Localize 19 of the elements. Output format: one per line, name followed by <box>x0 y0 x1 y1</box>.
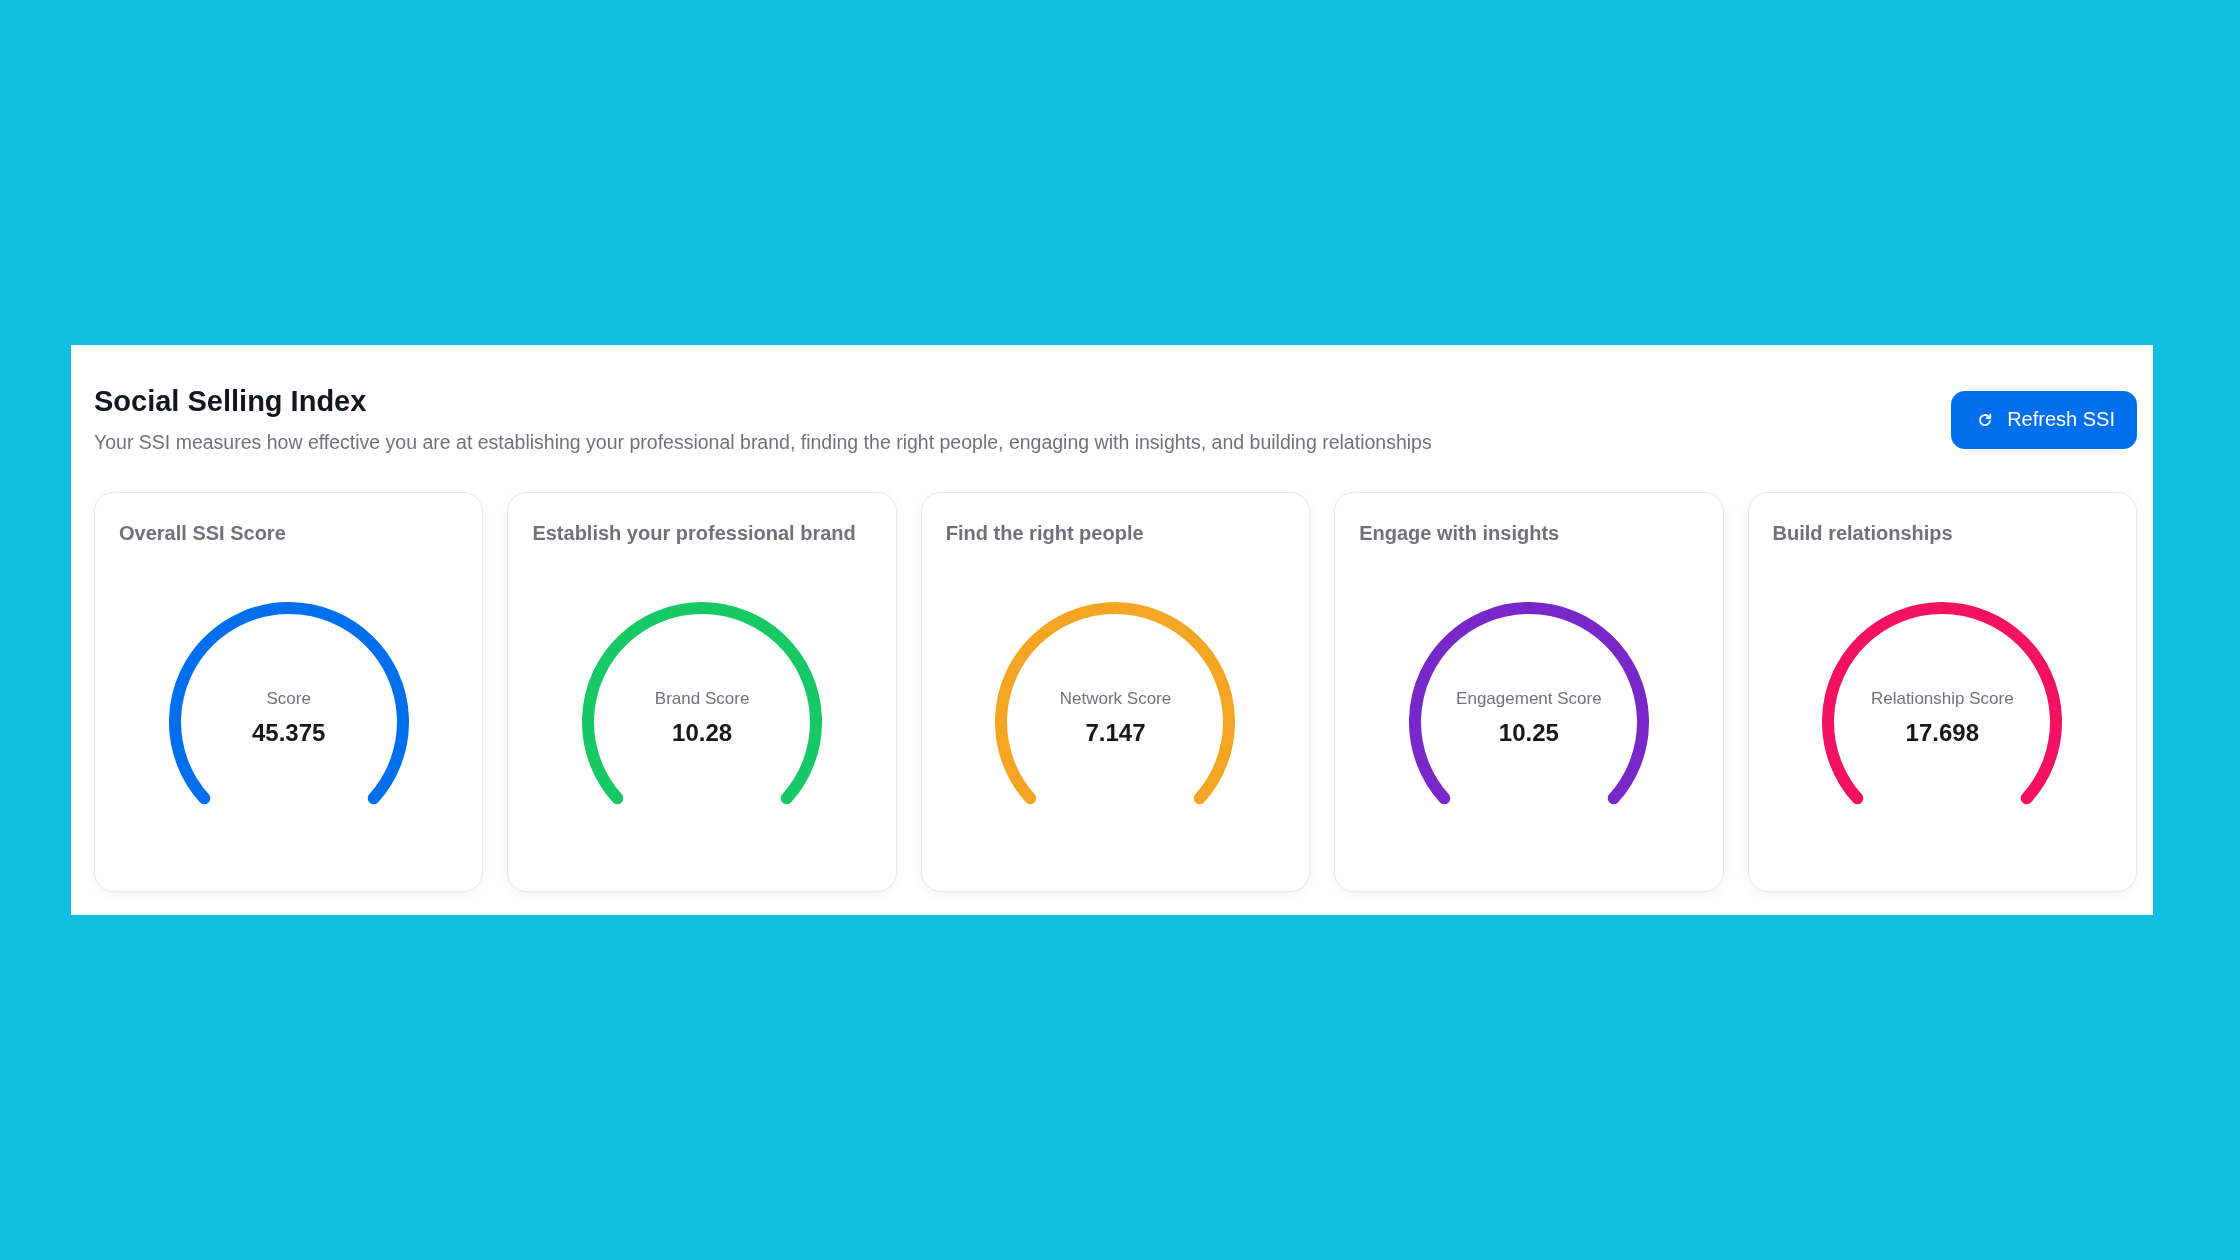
card-title: Overall SSI Score <box>119 521 287 546</box>
card-title: Establish your professional brand <box>532 521 857 546</box>
score-value: 17.698 <box>1905 718 1979 748</box>
score-label: Network Score <box>1059 688 1172 710</box>
card-title: Engage with insights <box>1359 521 1561 546</box>
panel-title: Social Selling Index <box>94 384 368 419</box>
score-label: Relationship Score <box>1870 688 2014 710</box>
score-label: Score <box>266 688 311 710</box>
refresh-button[interactable]: Refresh SSI <box>1951 390 2137 449</box>
score-value: 7.147 <box>1085 718 1146 748</box>
score-value: 45.375 <box>252 718 326 748</box>
refresh-icon <box>1978 412 1993 427</box>
card-title: Build relationships <box>1772 521 1954 546</box>
score-label: Engagement Score <box>1456 688 1602 710</box>
score-value: 10.28 <box>672 718 733 748</box>
card-title: Find the right people <box>945 521 1145 546</box>
panel-description: Your SSI measures how effective you are at establishing your professional brand, finding the right people, engaging with insights, and building relationships <box>94 430 1432 455</box>
score-label: Brand Score <box>654 688 750 710</box>
score-value: 10.25 <box>1498 718 1559 748</box>
